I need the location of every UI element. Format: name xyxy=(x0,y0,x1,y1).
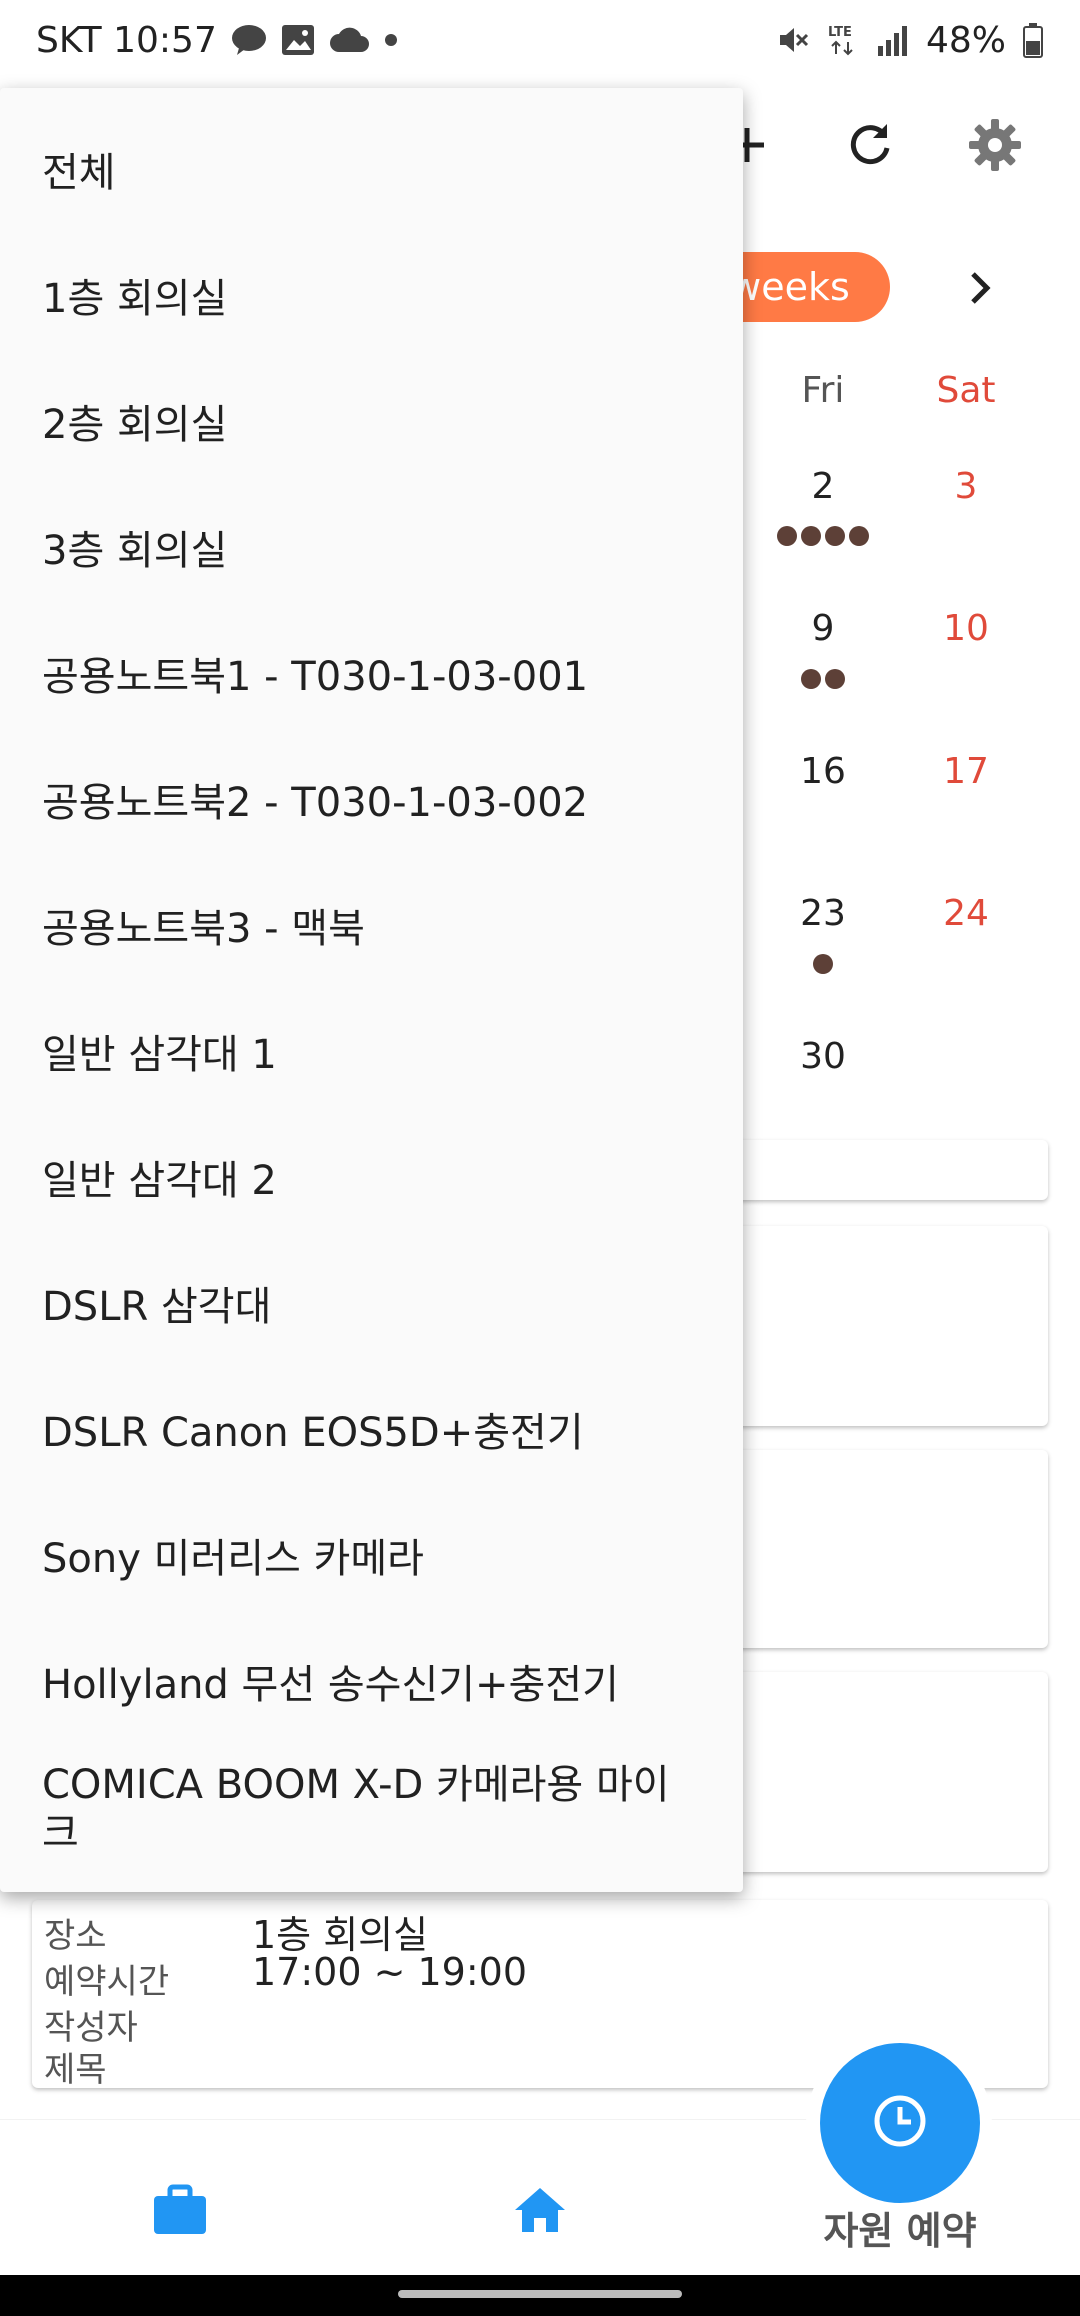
home-gesture-pill[interactable] xyxy=(398,2290,682,2298)
menu-item-hollyland-wireless[interactable]: Hollyland 무선 송수신기+충전기 xyxy=(0,1650,743,1720)
menu-item-floor2-meeting-room[interactable]: 2층 회의실 xyxy=(0,390,743,460)
menu-item-tripod2[interactable]: 일반 삼각대 2 xyxy=(0,1146,743,1216)
menu-item-floor1-meeting-room[interactable]: 1층 회의실 xyxy=(0,264,743,334)
menu-item-tripod1[interactable]: 일반 삼각대 1 xyxy=(0,1020,743,1090)
resource-filter-menu: 전체 1층 회의실 2층 회의실 3층 회의실 공용노트북1 - T030-1-… xyxy=(0,88,743,1892)
menu-item-dslr-tripod[interactable]: DSLR 삼각대 xyxy=(0,1272,743,1342)
menu-item-laptop2[interactable]: 공용노트북2 - T030-1-03-002 xyxy=(0,768,743,838)
menu-item-laptop3[interactable]: 공용노트북3 - 맥북 xyxy=(0,894,743,964)
menu-item-all[interactable]: 전체 xyxy=(0,138,743,208)
menu-item-laptop1[interactable]: 공용노트북1 - T030-1-03-001 xyxy=(0,642,743,712)
menu-item-comica-mic[interactable]: COMICA BOOM X-D 카메라용 마이크 xyxy=(0,1754,743,1864)
menu-item-sony-mirrorless[interactable]: Sony 미러리스 카메라 xyxy=(0,1524,743,1594)
menu-item-dslr-canon[interactable]: DSLR Canon EOS5D+충전기 xyxy=(0,1398,743,1468)
menu-item-floor3-meeting-room[interactable]: 3층 회의실 xyxy=(0,516,743,586)
